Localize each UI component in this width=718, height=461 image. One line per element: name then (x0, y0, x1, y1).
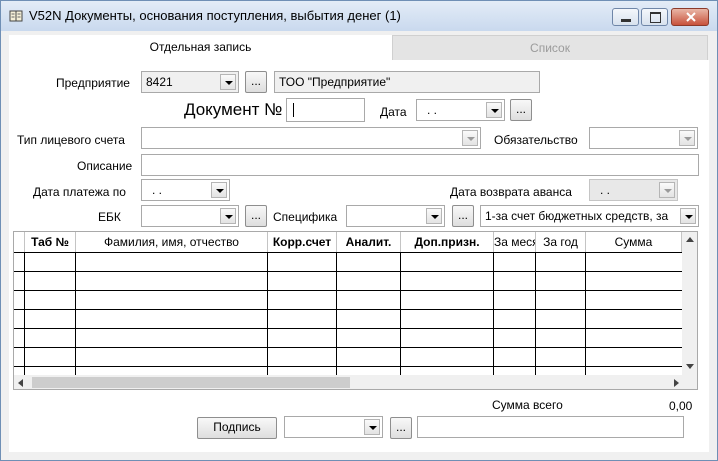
scroll-down-icon[interactable] (686, 364, 694, 369)
payment-date-picker[interactable]: . . (141, 179, 230, 201)
document-window-icon (9, 10, 23, 22)
title-bar[interactable]: V52N Документы, основания поступления, в… (1, 1, 717, 31)
obligation-select[interactable] (589, 127, 698, 149)
chevron-down-icon (220, 208, 236, 224)
date-browse-button[interactable]: ... (510, 99, 532, 121)
enterprise-browse-button[interactable]: ... (245, 71, 267, 93)
employee-grid[interactable]: Таб № Фамилия, имя, отчество Корр.счет А… (13, 231, 698, 390)
enterprise-label: Предприятие (56, 76, 130, 90)
signer-select[interactable] (284, 416, 383, 438)
payment-date-label: Дата платежа по (33, 185, 126, 199)
ebk-browse-button[interactable]: ... (245, 205, 267, 227)
ebk-select[interactable] (141, 205, 239, 227)
tab-list[interactable]: Список (392, 35, 708, 61)
funding-source-value: 1-за счет бюджетных средств, за (485, 209, 669, 223)
signer-browse-button[interactable]: ... (390, 417, 412, 439)
scroll-up-icon[interactable] (686, 237, 694, 242)
enterprise-code-value: 8421 (146, 75, 173, 89)
vertical-scrollbar[interactable] (682, 232, 697, 375)
grid-line (14, 366, 682, 367)
sign-button[interactable]: Подпись (197, 417, 277, 439)
maximize-button[interactable] (641, 8, 668, 26)
enterprise-code-select[interactable]: 8421 (141, 71, 239, 93)
grid-line (14, 347, 682, 348)
payment-date-value: . . (152, 183, 163, 197)
chevron-down-icon (220, 74, 236, 90)
chevron-down-icon (486, 102, 502, 118)
enterprise-name-field: ТОО "Предприятие" (274, 71, 540, 93)
horizontal-scroll-thumb[interactable] (32, 377, 350, 388)
grid-line (14, 328, 682, 329)
minimize-button[interactable] (612, 8, 639, 26)
column-header-sum[interactable]: Сумма (586, 232, 682, 252)
chevron-down-icon (426, 208, 442, 224)
close-button[interactable] (671, 8, 709, 26)
advance-return-picker[interactable]: . . (589, 179, 678, 201)
grid-line (14, 290, 682, 291)
chevron-down-icon (364, 419, 380, 435)
total-label: Сумма всего (492, 398, 563, 412)
ebk-label: ЕБК (98, 210, 121, 224)
document-number-label: Документ № (184, 100, 283, 119)
date-picker[interactable]: . . (416, 99, 505, 121)
scroll-right-icon[interactable] (674, 379, 679, 387)
specifics-label: Специфика (273, 210, 338, 224)
app-window: V52N Документы, основания поступления, в… (0, 0, 718, 461)
advance-return-value: . . (600, 183, 611, 197)
document-number-input[interactable] (286, 98, 365, 122)
minimize-icon (621, 19, 631, 22)
chevron-down-icon (211, 182, 227, 198)
total-value: 0,00 (669, 399, 693, 413)
date-label: Дата (380, 105, 407, 119)
description-input[interactable] (141, 154, 699, 176)
funding-source-select[interactable]: 1-за счет бюджетных средств, за (480, 205, 699, 227)
close-icon (686, 12, 696, 22)
signer-name-field[interactable] (417, 416, 684, 438)
advance-return-label: Дата возврата аванса (450, 185, 572, 199)
chevron-down-icon (680, 208, 696, 224)
grid-line (14, 252, 682, 253)
column-header-per-year[interactable]: За год (536, 232, 586, 252)
text-cursor (293, 103, 294, 117)
specifics-select[interactable] (346, 205, 445, 227)
window-title: V52N Документы, основания поступления, в… (29, 8, 401, 23)
column-header-per-month[interactable]: За месяц (494, 232, 536, 252)
chevron-down-icon (659, 182, 675, 198)
date-value: . . (427, 103, 438, 117)
tab-bar: Отдельная запись Список (9, 35, 709, 61)
chevron-down-icon (679, 130, 695, 146)
obligation-label: Обязательство (494, 133, 578, 147)
scroll-left-icon[interactable] (18, 379, 23, 387)
tab-single-record[interactable]: Отдельная запись (9, 35, 392, 61)
grid-line (14, 271, 682, 272)
account-type-label: Тип лицевого счета (17, 133, 125, 147)
account-type-select[interactable] (141, 127, 481, 149)
column-header-extra-attribute[interactable]: Доп.призн. (401, 232, 494, 252)
grid-line (14, 309, 682, 310)
column-header-corr-account[interactable]: Корр.счет (268, 232, 337, 252)
horizontal-scrollbar[interactable] (14, 375, 697, 389)
column-header-analytics[interactable]: Аналит. (337, 232, 401, 252)
chevron-down-icon (462, 130, 478, 146)
row-selector-header (14, 232, 25, 252)
column-header-tab-number[interactable]: Таб № (25, 232, 76, 252)
description-label: Описание (77, 159, 133, 173)
maximize-icon (650, 12, 661, 23)
specifics-browse-button[interactable]: ... (452, 205, 474, 227)
column-header-full-name[interactable]: Фамилия, имя, отчество (76, 232, 268, 252)
